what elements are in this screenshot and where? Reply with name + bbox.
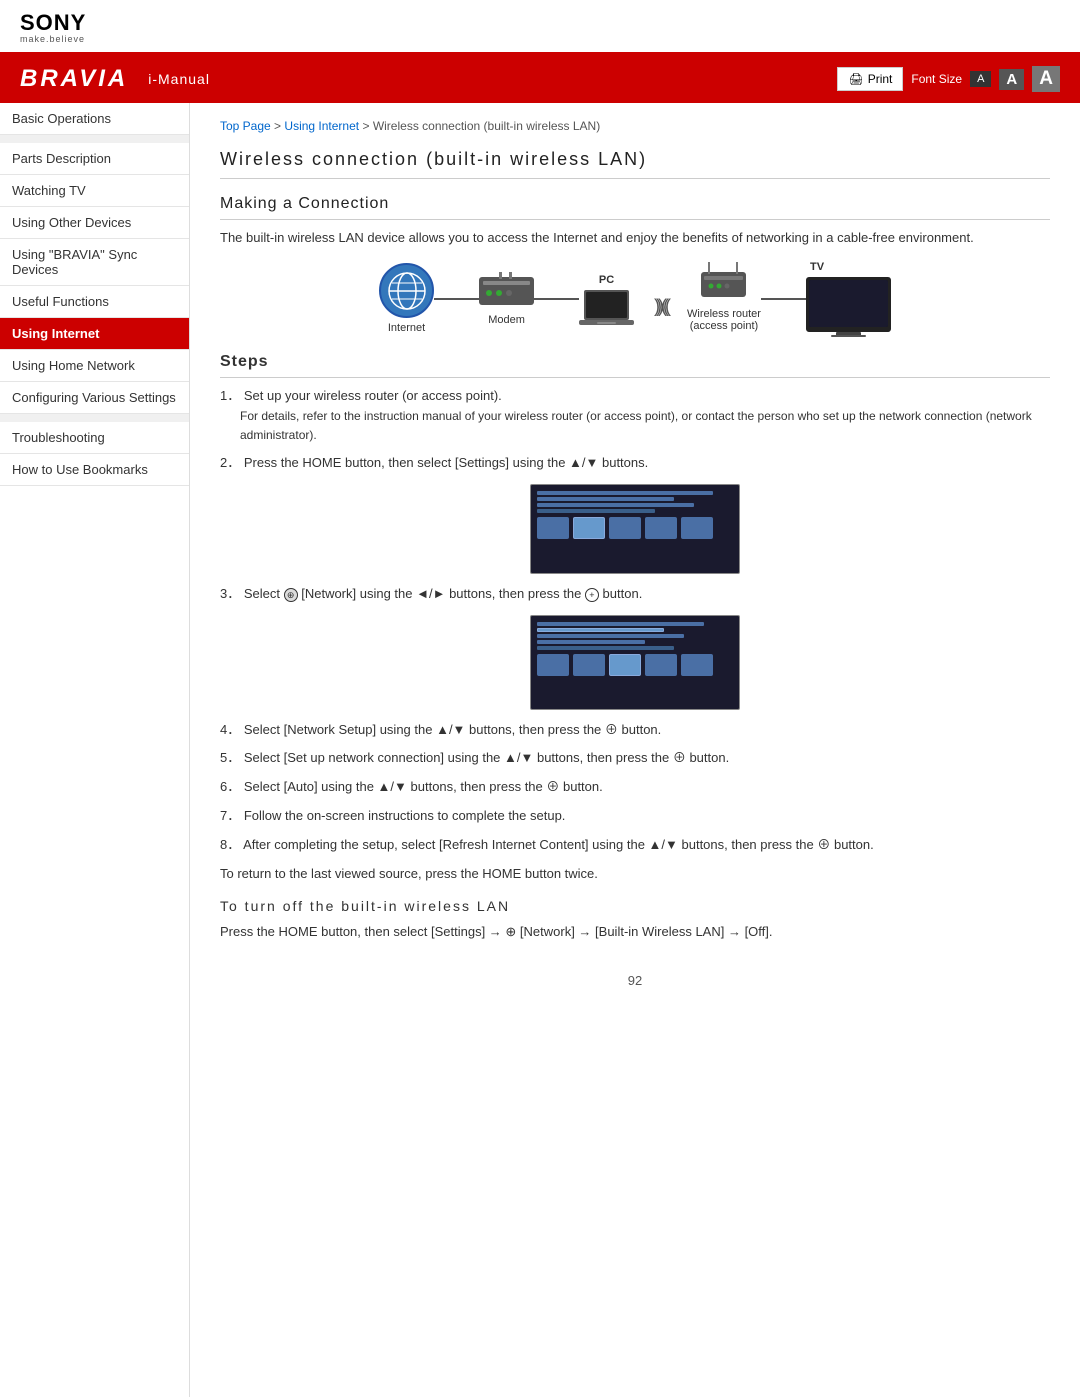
internet-icon — [379, 263, 434, 318]
step-8: 8． After completing the setup, select [R… — [220, 835, 1050, 856]
line2 — [534, 298, 579, 300]
step-6: 6． Select [Auto] using the ▲/▼ buttons, … — [220, 777, 1050, 798]
tv-label: TV — [810, 261, 824, 273]
step-4-text: Select [Network Setup] using the ▲/▼ but… — [244, 722, 661, 737]
step-2-text: Press the HOME button, then select [Sett… — [244, 455, 648, 470]
sidebar-item-configuring-settings[interactable]: Configuring Various Settings — [0, 382, 189, 414]
header-bar: BRAVIA i-Manual 🖨 Print Font Size A A A — [0, 55, 1080, 103]
modem-label: Modem — [488, 314, 525, 326]
breadcrumb-current: Wireless connection (built-in wireless L… — [373, 119, 600, 133]
diagram-pc-router: PC ))) ((( — [579, 262, 761, 332]
step-4: 4． Select [Network Setup] using the ▲/▼ … — [220, 720, 1050, 741]
pc-label: PC — [599, 274, 614, 286]
sidebar: Basic Operations Parts Description Watch… — [0, 103, 190, 1397]
step-8-num: 8． — [220, 837, 240, 852]
step-3-text: Select ⊕ [Network] using the ◄/► buttons… — [244, 586, 642, 601]
page-title: Wireless connection (built-in wireless L… — [220, 149, 1050, 179]
diagram-tv: TV — [806, 261, 891, 337]
print-button[interactable]: 🖨 Print — [837, 67, 903, 91]
step-3: 3． Select ⊕ [Network] using the ◄/► butt… — [220, 584, 1050, 605]
intro-text: The built-in wireless LAN device allows … — [220, 228, 1050, 249]
step-1-text: Set up your wireless router (or access p… — [244, 388, 502, 403]
sidebar-item-basic-operations[interactable]: Basic Operations — [0, 103, 189, 135]
sidebar-item-troubleshooting[interactable]: Troubleshooting — [0, 422, 189, 454]
sidebar-item-watching-tv[interactable]: Watching TV — [0, 175, 189, 207]
step-1-num: 1． — [220, 388, 240, 403]
wireless-waves: ))) ((( — [654, 296, 667, 317]
globe-svg — [387, 271, 427, 311]
breadcrumb: Top Page > Using Internet > Wireless con… — [220, 119, 1050, 133]
content-area: Top Page > Using Internet > Wireless con… — [190, 103, 1080, 1397]
imanual-label: i-Manual — [148, 71, 210, 87]
step-5-text: Select [Set up network connection] using… — [244, 750, 729, 765]
font-small-button[interactable]: A — [970, 71, 991, 87]
router-svg — [696, 262, 751, 304]
sidebar-item-bookmarks[interactable]: How to Use Bookmarks — [0, 454, 189, 486]
sidebar-item-using-internet[interactable]: Using Internet — [0, 318, 189, 350]
diagram-internet: Internet — [379, 263, 434, 334]
step-4-num: 4． — [220, 722, 240, 737]
return-text: To return to the last viewed source, pre… — [220, 864, 1050, 885]
line1 — [434, 298, 479, 300]
modem-svg — [479, 272, 534, 310]
sidebar-item-useful-functions[interactable]: Useful Functions — [0, 286, 189, 318]
sub-title-wireless-off: To turn off the built-in wireless LAN — [220, 898, 1050, 914]
step-5: 5． Select [Set up network connection] us… — [220, 748, 1050, 769]
steps-title: Steps — [220, 353, 1050, 378]
diagram-router: Wireless router (access point) — [687, 262, 761, 332]
step-7-text: Follow the on-screen instructions to com… — [244, 808, 566, 823]
step-2: 2． Press the HOME button, then select [S… — [220, 453, 1050, 474]
font-size-label: Font Size — [911, 72, 962, 86]
sub-text-wireless-off: Press the HOME button, then select [Sett… — [220, 922, 1050, 943]
diagram-pc: PC — [579, 274, 634, 332]
diagram-center: PC ))) ((( — [579, 262, 761, 336]
step-6-text: Select [Auto] using the ▲/▼ buttons, the… — [244, 779, 603, 794]
sidebar-item-parts-description[interactable]: Parts Description — [0, 143, 189, 175]
laptop-svg — [579, 290, 634, 332]
top-bar: SONY make.believe — [0, 0, 1080, 55]
breadcrumb-using-internet[interactable]: Using Internet — [284, 119, 359, 133]
font-medium-button[interactable]: A — [999, 69, 1024, 90]
sony-logo: SONY make.believe — [20, 12, 1060, 44]
sidebar-item-using-other-devices[interactable]: Using Other Devices — [0, 207, 189, 239]
screenshot-1 — [220, 484, 1050, 574]
screenshot-2 — [220, 615, 1050, 710]
screenshot-2-img — [530, 615, 740, 710]
sidebar-item-using-bravia-sync[interactable]: Using "BRAVIA" Sync Devices — [0, 239, 189, 286]
step-3-num: 3． — [220, 586, 240, 601]
print-icon: 🖨 — [848, 72, 863, 86]
step-2-num: 2． — [220, 455, 240, 470]
screenshot-1-img — [530, 484, 740, 574]
section-making-connection: Making a Connection — [220, 195, 1050, 220]
main-layout: Basic Operations Parts Description Watch… — [0, 103, 1080, 1397]
header-left: BRAVIA i-Manual — [20, 65, 210, 93]
line3 — [761, 298, 806, 300]
diagram-modem: Modem — [479, 272, 534, 326]
tv-svg — [806, 277, 891, 337]
step-7: 7． Follow the on-screen instructions to … — [220, 806, 1050, 827]
step-7-num: 7． — [220, 808, 240, 823]
breadcrumb-top-page[interactable]: Top Page — [220, 119, 271, 133]
step-8-text: After completing the setup, select [Refr… — [243, 837, 874, 852]
step-1: 1． Set up your wireless router (or acces… — [220, 386, 1050, 445]
connection-diagram: Internet Modem — [220, 261, 1050, 337]
header-right: 🖨 Print Font Size A A A — [837, 66, 1060, 92]
step-5-num: 5． — [220, 750, 240, 765]
page-number: 92 — [220, 963, 1050, 998]
step-6-num: 6． — [220, 779, 240, 794]
sidebar-item-using-home-network[interactable]: Using Home Network — [0, 350, 189, 382]
router-label: Wireless router (access point) — [687, 308, 761, 332]
bravia-brand: BRAVIA — [20, 65, 128, 93]
step-1-sub: For details, refer to the instruction ma… — [240, 407, 1050, 445]
internet-label: Internet — [388, 322, 425, 334]
font-large-button[interactable]: A — [1032, 66, 1060, 92]
